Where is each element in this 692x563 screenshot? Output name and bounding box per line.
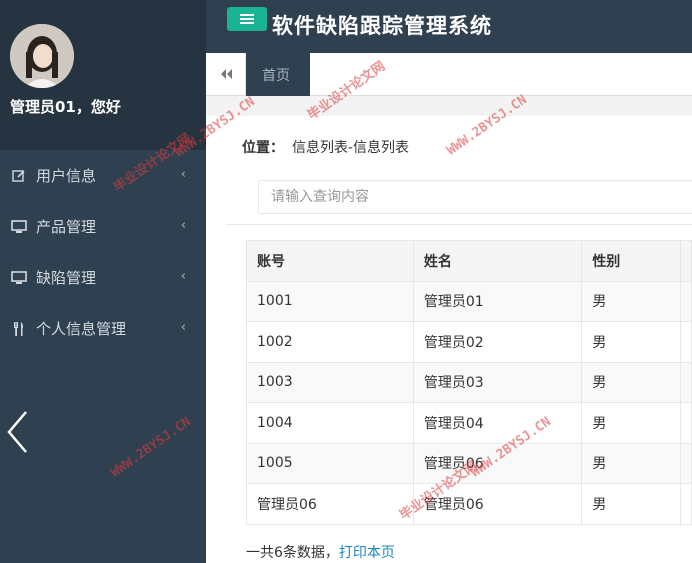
sidebar-collapse-arrow-icon[interactable] bbox=[6, 410, 28, 454]
cell-name: 管理员01 bbox=[412, 280, 583, 322]
sidebar-item-user-info[interactable]: 用户信息 ‹ bbox=[0, 150, 206, 201]
cell-extra bbox=[679, 280, 692, 322]
content-spacer bbox=[206, 96, 692, 116]
avatar[interactable] bbox=[10, 24, 74, 88]
table-row[interactable]: 1005 管理员06 男 bbox=[246, 442, 692, 484]
app-title: 软件缺陷跟踪管理系统 bbox=[272, 14, 492, 38]
user-greeting: 管理员01，您好 bbox=[10, 98, 121, 116]
print-page-link[interactable]: 打印本页 bbox=[339, 545, 395, 561]
data-table: 账号 姓名 性别 1001 管理员01 男 1002 管理员02 男 1003 … bbox=[246, 240, 692, 525]
cell-extra bbox=[679, 483, 692, 525]
sidebar-item-label: 用户信息 bbox=[36, 167, 97, 185]
cell-gender: 男 bbox=[581, 361, 681, 403]
cell-name: 管理员06 bbox=[412, 483, 583, 525]
chevron-left-icon: ‹ bbox=[180, 320, 186, 335]
double-chevron-left-icon bbox=[220, 69, 232, 79]
tab-bar: 首页 bbox=[206, 53, 692, 96]
sidebar-item-label: 产品管理 bbox=[36, 218, 97, 236]
cell-name: 管理员06 bbox=[412, 442, 583, 484]
column-header-name[interactable]: 姓名 bbox=[412, 240, 583, 282]
column-header-account[interactable]: 账号 bbox=[246, 240, 414, 282]
main-content: 位置： 信息列表-信息列表 账号 姓名 性别 1001 管理员01 男 1002 … bbox=[206, 96, 692, 563]
cell-name: 管理员03 bbox=[412, 361, 583, 403]
cell-account: 1003 bbox=[246, 361, 414, 403]
sidebar-menu: 用户信息 ‹ 产品管理 ‹ 缺陷管理 ‹ 个人信息管理 ‹ bbox=[0, 150, 206, 354]
sidebar-item-profile[interactable]: 个人信息管理 ‹ bbox=[0, 303, 206, 354]
divider bbox=[226, 224, 692, 225]
table-row[interactable]: 管理员06 管理员06 男 bbox=[246, 483, 692, 525]
sidebar-item-label: 个人信息管理 bbox=[36, 320, 127, 338]
cell-extra bbox=[679, 442, 692, 484]
cell-extra bbox=[679, 402, 692, 444]
column-header-extra bbox=[679, 240, 692, 282]
hamburger-icon bbox=[240, 14, 254, 24]
table-footer: 一共6条数据，打印本页 bbox=[246, 542, 395, 562]
table-row[interactable]: 1004 管理员04 男 bbox=[246, 402, 692, 444]
cell-gender: 男 bbox=[581, 280, 681, 322]
table-row[interactable]: 1001 管理员01 男 bbox=[246, 280, 692, 322]
profile-panel: 管理员01，您好 bbox=[0, 0, 206, 150]
cell-gender: 男 bbox=[581, 483, 681, 525]
table-row[interactable]: 1003 管理员03 男 bbox=[246, 361, 692, 403]
cell-account: 1004 bbox=[246, 402, 414, 444]
cell-account: 1005 bbox=[246, 442, 414, 484]
breadcrumb: 位置： 信息列表-信息列表 bbox=[242, 137, 409, 157]
record-count: 一共6条数据， bbox=[246, 545, 339, 561]
cutlery-icon bbox=[10, 321, 28, 337]
tab-scroll-left-button[interactable] bbox=[206, 53, 246, 95]
chevron-left-icon: ‹ bbox=[180, 269, 186, 284]
column-header-gender[interactable]: 性别 bbox=[581, 240, 681, 282]
sidebar-item-defects[interactable]: 缺陷管理 ‹ bbox=[0, 252, 206, 303]
cell-gender: 男 bbox=[581, 321, 681, 363]
table-header-row: 账号 姓名 性别 bbox=[246, 240, 692, 282]
cell-gender: 男 bbox=[581, 402, 681, 444]
menu-toggle-button[interactable] bbox=[227, 7, 267, 31]
chevron-left-icon: ‹ bbox=[180, 218, 186, 233]
cell-extra bbox=[679, 361, 692, 403]
cell-account: 1001 bbox=[246, 280, 414, 322]
chevron-left-icon: ‹ bbox=[180, 167, 186, 182]
search-input[interactable] bbox=[258, 180, 692, 214]
sidebar-item-products[interactable]: 产品管理 ‹ bbox=[0, 201, 206, 252]
cell-name: 管理员02 bbox=[412, 321, 583, 363]
sidebar: 管理员01，您好 用户信息 ‹ 产品管理 ‹ 缺陷管理 ‹ 个人信息管理 ‹ bbox=[0, 0, 206, 563]
cell-gender: 男 bbox=[581, 442, 681, 484]
edit-icon bbox=[10, 168, 28, 184]
breadcrumb-label: 位置： bbox=[242, 140, 284, 156]
cell-account: 1002 bbox=[246, 321, 414, 363]
cell-extra bbox=[679, 321, 692, 363]
breadcrumb-path: 信息列表-信息列表 bbox=[292, 140, 410, 156]
top-header: 软件缺陷跟踪管理系统 bbox=[206, 0, 692, 53]
tab-home[interactable]: 首页 bbox=[246, 53, 310, 96]
cell-name: 管理员04 bbox=[412, 402, 583, 444]
desktop-icon bbox=[10, 270, 28, 286]
table-row[interactable]: 1002 管理员02 男 bbox=[246, 321, 692, 363]
sidebar-item-label: 缺陷管理 bbox=[36, 269, 97, 287]
desktop-icon bbox=[10, 219, 28, 235]
cell-account: 管理员06 bbox=[246, 483, 414, 525]
